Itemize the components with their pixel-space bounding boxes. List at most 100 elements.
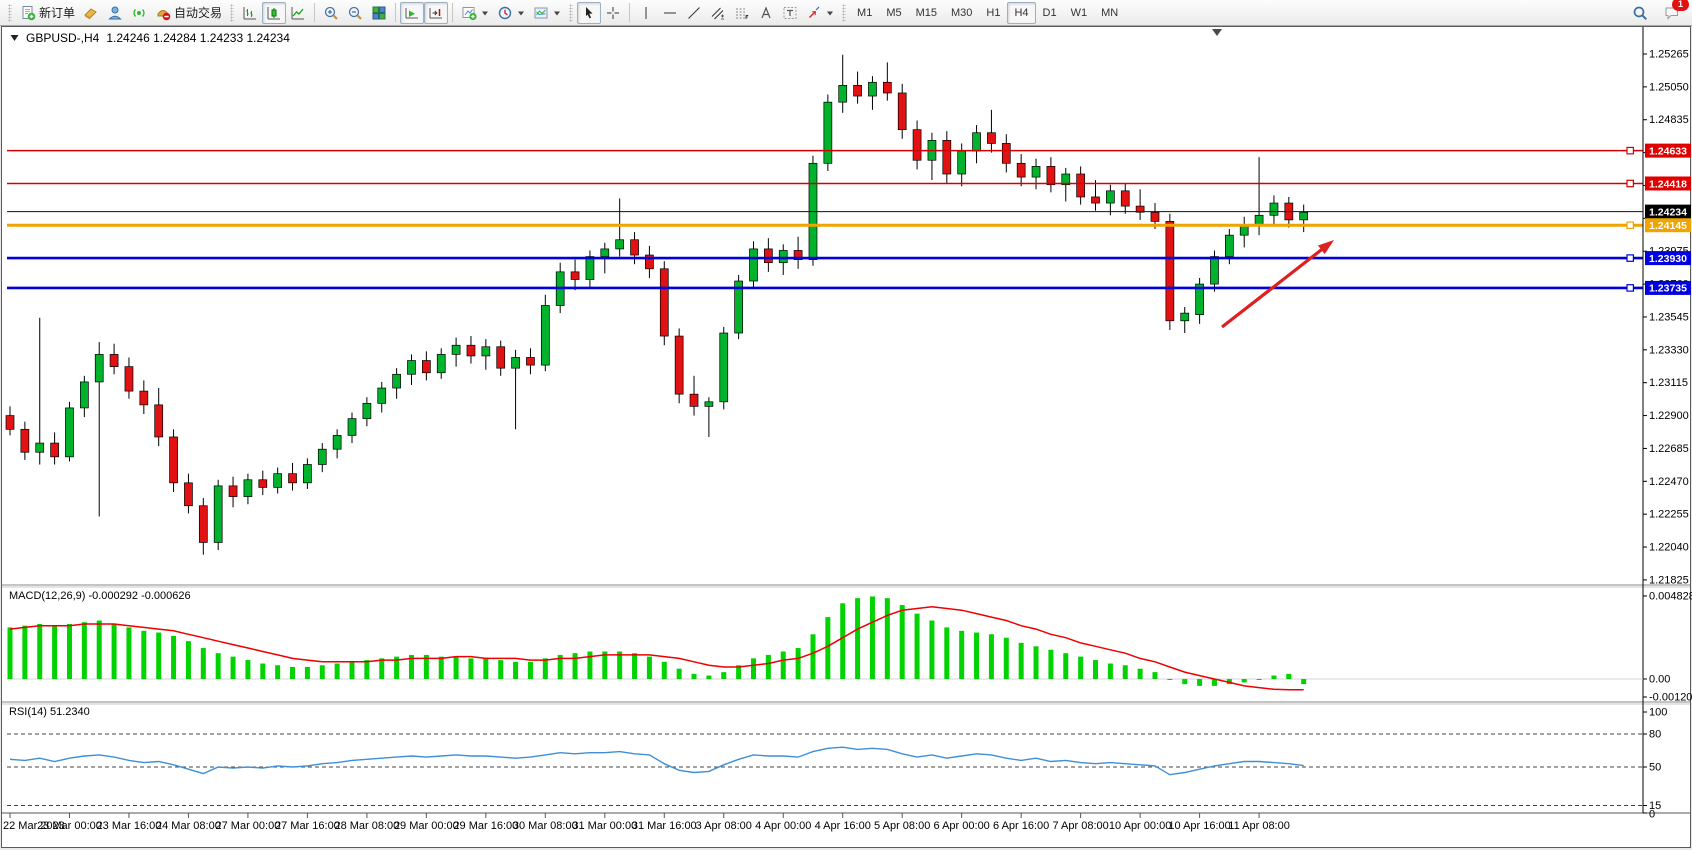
zoom-out-icon [347,5,363,21]
chevron-down-icon [517,9,525,17]
svg-text:80: 80 [1649,729,1661,741]
person-icon [107,5,123,21]
vertical-line-button[interactable] [634,2,658,24]
cursor-button[interactable] [577,2,601,24]
zoom-in-button[interactable] [319,2,343,24]
fibonacci-icon [734,5,750,21]
timeframe-H4[interactable]: H4 [1007,2,1035,24]
fibonacci-button[interactable] [730,2,754,24]
svg-text:1.22900: 1.22900 [1649,410,1689,422]
trendline-button[interactable] [682,2,706,24]
svg-text:10 Apr 16:00: 10 Apr 16:00 [1168,820,1230,832]
svg-text:29 Mar 00:00: 29 Mar 00:00 [394,820,459,832]
svg-text:0.004828: 0.004828 [1649,590,1692,602]
notifications-button[interactable]: 1 [1660,2,1684,24]
zoom-out-button[interactable] [343,2,367,24]
auto-scroll-button[interactable] [400,2,424,24]
collapse-icon[interactable] [10,34,19,42]
svg-text:29 Mar 16:00: 29 Mar 16:00 [453,820,518,832]
svg-text:11 Apr 08:00: 11 Apr 08:00 [1228,820,1290,832]
autotrading-label: 自动交易 [174,4,222,21]
line-handle[interactable] [1627,255,1633,261]
timeframe-M30[interactable]: M30 [944,2,979,24]
svg-text:1.22470: 1.22470 [1649,476,1689,488]
toolbar-drag-handle[interactable] [8,4,12,22]
svg-text:1.24234: 1.24234 [1649,206,1687,218]
group-handle[interactable] [842,4,846,22]
text-button[interactable] [754,2,778,24]
community-button[interactable] [103,2,127,24]
timeframe-W1[interactable]: W1 [1064,2,1095,24]
tile-windows-icon [371,5,387,21]
chart-shift-icon [428,5,444,21]
template-icon [533,5,549,21]
candle-chart-button[interactable] [262,2,286,24]
line-handle[interactable] [1627,222,1633,228]
svg-text:30 Mar 08:00: 30 Mar 08:00 [513,820,578,832]
svg-text:-0.001201: -0.001201 [1649,692,1692,704]
channel-button[interactable] [706,2,730,24]
broadcast-icon [131,5,147,21]
styler-button[interactable] [79,2,103,24]
svg-text:1.21825: 1.21825 [1649,574,1689,586]
new-order-label: 新订单 [39,4,75,21]
candle-chart-icon [266,5,282,21]
svg-text:28 Mar 08:00: 28 Mar 08:00 [334,820,399,832]
line-handle[interactable] [1627,180,1633,186]
svg-text:1.23930: 1.23930 [1649,253,1687,265]
signals-button[interactable] [127,2,151,24]
timeframe-H1[interactable]: H1 [979,2,1007,24]
new-order-button[interactable]: 新订单 [16,2,79,24]
new-order-icon [20,5,36,21]
search-button[interactable] [1628,2,1652,24]
separator [452,3,453,22]
horizontal-line-button[interactable] [658,2,682,24]
indicators-button[interactable] [457,2,493,24]
autotrading-button[interactable]: 自动交易 [151,2,226,24]
timeframe-group: M1M5M15M30H1H4D1W1MN [850,2,1125,24]
svg-text:7 Apr 08:00: 7 Apr 08:00 [1052,820,1108,832]
svg-text:1.23330: 1.23330 [1649,344,1689,356]
text-label-button[interactable] [778,2,802,24]
arrows-icon [806,5,822,21]
symbol-period: GBPUSD-,H4 [26,31,99,45]
text-label-icon [782,5,798,21]
bar-chart-button[interactable] [238,2,262,24]
tile-windows-button[interactable] [367,2,391,24]
timeframe-M1[interactable]: M1 [850,2,879,24]
bar-chart-icon [242,5,258,21]
line-chart-button[interactable] [286,2,310,24]
svg-text:1.25050: 1.25050 [1649,81,1689,93]
separator [629,3,630,22]
eraser-icon [83,5,99,21]
shapes-button[interactable] [802,2,838,24]
timeframe-D1[interactable]: D1 [1036,2,1064,24]
timeframe-MN[interactable]: MN [1094,2,1125,24]
svg-text:3 Apr 08:00: 3 Apr 08:00 [696,820,752,832]
chevron-down-icon [826,9,834,17]
timeframe-M5[interactable]: M5 [879,2,908,24]
chevron-down-icon [553,9,561,17]
svg-text:100: 100 [1649,707,1667,719]
timeframe-M15[interactable]: M15 [909,2,944,24]
chart-area[interactable]: 1.252651.250501.248351.246201.244051.241… [0,0,1692,850]
periods-button[interactable] [493,2,529,24]
line-handle[interactable] [1627,147,1633,153]
svg-text:1.25265: 1.25265 [1649,49,1689,61]
rsi-indicator-label: RSI(14) 51.2340 [9,706,90,718]
cursor-icon [581,5,597,21]
auto-scroll-icon [404,5,420,21]
group-handle[interactable] [569,4,573,22]
notification-badge: 1 [1672,0,1689,11]
line-handle[interactable] [1627,285,1633,291]
crosshair-button[interactable] [601,2,625,24]
templates-button[interactable] [529,2,565,24]
svg-text:31 Mar 00:00: 31 Mar 00:00 [572,820,637,832]
autotrading-icon [155,5,171,21]
svg-text:10 Apr 00:00: 10 Apr 00:00 [1109,820,1171,832]
svg-text:1.23735: 1.23735 [1649,283,1687,295]
group-handle[interactable] [230,4,234,22]
chart-title: GBPUSD-,H4 1.24246 1.24284 1.24233 1.242… [10,31,290,45]
separator [395,3,396,22]
chart-shift-button[interactable] [424,2,448,24]
